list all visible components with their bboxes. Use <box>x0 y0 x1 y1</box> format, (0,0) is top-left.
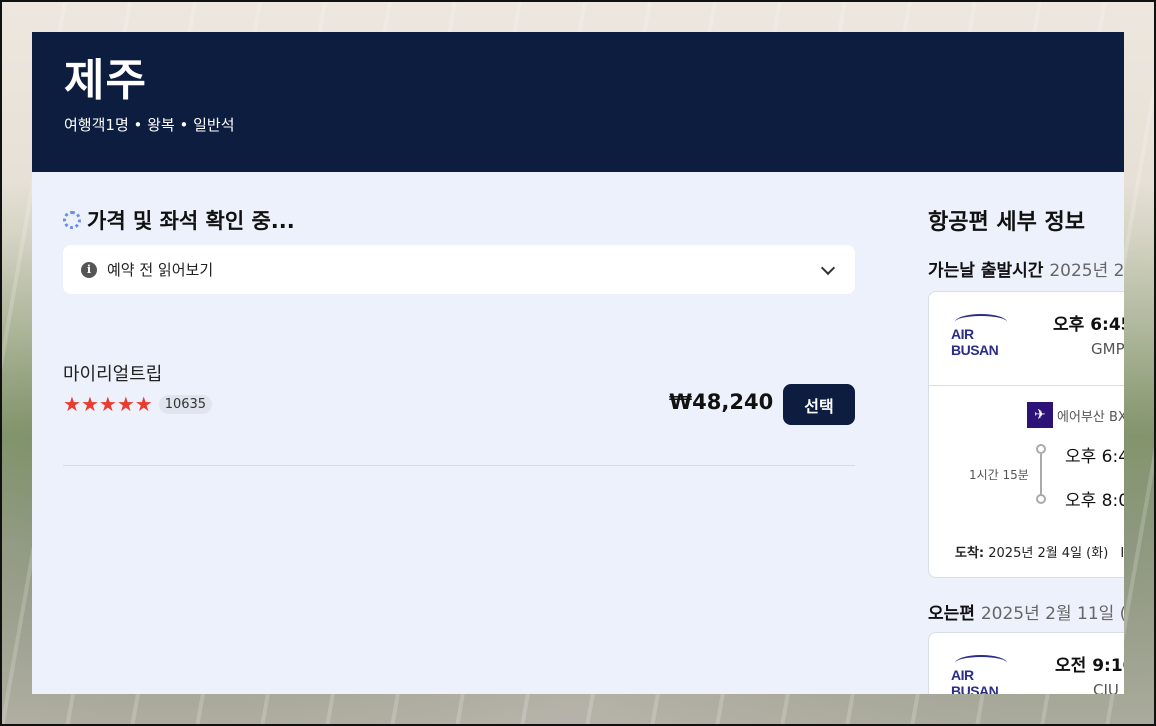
inbound-card[interactable]: AIR BUSAN 오전 9:10 CJU <box>928 632 1124 694</box>
review-count: 10635 <box>158 394 213 414</box>
loading-spinner-icon <box>63 211 81 229</box>
star-icon: ★ <box>63 392 81 416</box>
airline-logo: AIR BUSAN <box>951 314 1009 358</box>
segment-arrival-time: 오후 8:0 <box>1065 491 1124 511</box>
star-icon: ★ <box>80 392 99 416</box>
outbound-header: 가는날 출발시간 2025년 2 <box>928 256 1124 281</box>
carrier-name: 에어부산 BX <box>1057 410 1124 425</box>
inbound-date: 2025년 2월 11일 (화 <box>980 604 1124 624</box>
readme-accordion[interactable]: i 예약 전 읽어보기 <box>63 245 855 294</box>
info-icon: i <box>81 261 97 278</box>
inbound-label: 오는편 <box>928 604 975 624</box>
flight-panel: 제주 여행객1명 • 왕복 • 일반석 가격 및 좌석 확인 중... i 예약… <box>32 32 1124 694</box>
divider <box>63 465 855 466</box>
inbound-summary: AIR BUSAN 오전 9:10 CJU <box>929 633 1124 694</box>
details-title: 항공편 세부 정보 <box>928 210 1085 235</box>
rating: ★ ★ ★ ★ ★ 10635 <box>63 392 213 416</box>
star-icon: ★ <box>134 392 153 416</box>
outbound-segment: ✈ 에어부산 BX 1시간 15분 오후 6:4 오후 8:0 도착: 2025… <box>929 386 1124 576</box>
departure-dot-icon <box>1036 444 1046 454</box>
arrival-info: 도착: 2025년 2월 4일 (화) I <box>955 546 1124 561</box>
checking-status: 가격 및 좌석 확인 중... <box>63 204 295 236</box>
select-button[interactable]: 선택 <box>783 384 855 425</box>
outbound-summary: AIR BUSAN 오후 6:45 GMP <box>929 292 1124 386</box>
outbound-card[interactable]: AIR BUSAN 오후 6:45 GMP ✈ 에어부산 BX 1시간 15분 … <box>928 291 1124 578</box>
outbound-label: 가는날 출발시간 <box>928 261 1044 281</box>
destination-title: 제주 <box>64 55 147 106</box>
outbound-date: 2025년 2 <box>1049 261 1124 281</box>
star-icon: ★ <box>98 392 117 416</box>
header: 제주 여행객1명 • 왕복 • 일반석 <box>32 32 1124 172</box>
segment-departure-time: 오후 6:4 <box>1065 447 1124 467</box>
chevron-down-icon <box>820 260 836 275</box>
readme-label: 예약 전 읽어보기 <box>107 261 214 279</box>
trip-summary: 여행객1명 • 왕복 • 일반석 <box>64 116 235 134</box>
inbound-header: 오는편 2025년 2월 11일 (화 <box>928 599 1124 624</box>
departure-airport: GMP <box>1091 340 1124 358</box>
star-icon: ★ <box>116 392 135 416</box>
departure-airport: CJU <box>1093 681 1119 694</box>
carrier-logo-icon: ✈ <box>1027 402 1053 428</box>
departure-time: 오전 9:10 <box>1055 656 1124 676</box>
arrival-dot-icon <box>1036 494 1046 504</box>
price: ₩48,240 <box>669 390 774 414</box>
timeline-line <box>1040 454 1042 496</box>
agency-name[interactable]: 마이리얼트립 <box>63 360 162 386</box>
airline-logo: AIR BUSAN <box>951 655 1009 694</box>
flight-duration: 1시간 15분 <box>969 468 1029 482</box>
checking-text: 가격 및 좌석 확인 중... <box>87 209 295 233</box>
departure-time: 오후 6:45 <box>1053 315 1124 335</box>
